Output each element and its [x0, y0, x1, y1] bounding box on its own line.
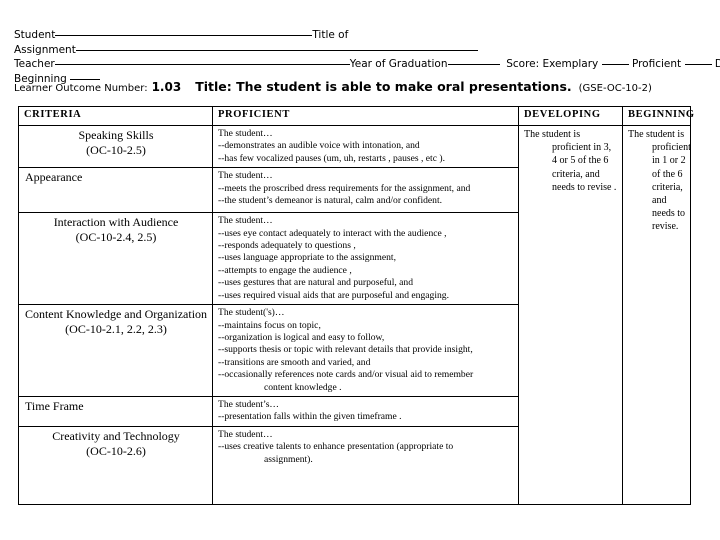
criteria-name: Appearance	[25, 170, 83, 185]
score-label: Score:	[506, 58, 540, 70]
criteria-cell: Time Frame	[18, 396, 213, 428]
teacher-line: Teacher Year of Graduation Score: Exempla…	[14, 55, 720, 70]
proficient-line-continued: assignment).	[264, 453, 313, 465]
proficient-line: --uses creative talents to enhance prese…	[218, 441, 454, 453]
criteria-name: Content Knowledge and Organization	[24, 307, 208, 322]
teacher-blank[interactable]	[54, 55, 350, 65]
outcome-standard-code: (GSE-OC-10-2)	[578, 83, 652, 94]
year-of-graduation-label: Year of Graduation	[349, 58, 448, 70]
criteria-cell: Interaction with Audience (OC-10-2.4, 2.…	[18, 212, 213, 306]
assignment-blank[interactable]	[75, 41, 478, 51]
proficient-line-continued: content knowledge .	[264, 381, 342, 393]
proficient-line: --meets the proscribed dress requirement…	[218, 182, 471, 194]
proficient-blank[interactable]	[684, 55, 712, 65]
assignment-line: Assignment	[14, 41, 706, 56]
proficient-lead: The student…	[218, 215, 273, 227]
beginning-lead: The student is	[628, 129, 685, 140]
table-header-row: CRITERIA PROFICIENT DEVELOPING BEGINNING	[18, 106, 694, 126]
exemplary-blank[interactable]	[601, 55, 629, 65]
developing-label: Developing	[714, 58, 720, 70]
table-row: Speaking Skills (OC-10-2.5) The student……	[18, 124, 691, 506]
teacher-label: Teacher	[14, 58, 55, 70]
proficient-lead: The student…	[218, 429, 273, 441]
proficient-line: --organization is logical and easy to fo…	[218, 332, 385, 344]
student-label: Student	[14, 29, 56, 41]
proficient-label: Proficient	[631, 58, 682, 70]
proficient-line: --uses eye contact adequately to interac…	[218, 227, 447, 239]
proficient-line: --maintains focus on topic,	[218, 319, 321, 331]
criteria-code: (OC-10-2.5)	[86, 142, 146, 157]
learner-outcome-line: Learner Outcome Number: 1.03 Title: The …	[14, 78, 652, 96]
proficient-line: --demonstrates an audible voice with int…	[218, 140, 420, 152]
document-page: Student Title of Assignment Teacher Year o…	[0, 0, 720, 540]
student-blank[interactable]	[55, 26, 313, 36]
developing-detail: proficient in 3, 4 or 5 of the 6 criteri…	[552, 142, 617, 193]
assignment-label: Assignment	[14, 43, 76, 56]
proficient-line: --uses gestures that are natural and pur…	[218, 277, 414, 289]
rubric-table: CRITERIA PROFICIENT DEVELOPING BEGINNING…	[18, 106, 694, 506]
column-header-proficient: PROFICIENT	[212, 106, 519, 126]
criteria-name: Speaking Skills	[78, 128, 154, 142]
proficient-lead: The student…	[218, 128, 273, 139]
criteria-code: (OC-10-2.6)	[86, 443, 146, 458]
criteria-name: Interaction with Audience	[53, 215, 179, 230]
criteria-cell: Creativity and Technology (OC-10-2.6)	[18, 426, 213, 506]
criteria-code: (OC-10-2.1, 2.2, 2.3)	[65, 321, 167, 336]
proficient-line: --attempts to engage the audience ,	[218, 264, 352, 276]
proficient-cell: The student… --demonstrates an audible v…	[212, 124, 519, 169]
beginning-detail: proficient in 1 or 2 of the 6 criteria, …	[652, 142, 691, 233]
proficient-line: --supports thesis or topic with relevant…	[218, 344, 473, 356]
proficient-line: --uses required visual aids that are pur…	[218, 289, 449, 301]
criteria-name: Creativity and Technology	[52, 429, 180, 444]
student-line: Student Title of	[14, 26, 706, 41]
proficient-cell: The student’s… --presentation falls with…	[212, 396, 519, 428]
developing-cell: The student is proficient in 3, 4 or 5 o…	[518, 124, 623, 506]
proficient-line: --has few vocalized pauses (um, uh, rest…	[218, 152, 445, 164]
outcome-title: Title: The student is able to make oral …	[195, 79, 572, 94]
proficient-lead: The student…	[218, 170, 273, 182]
criteria-cell: Speaking Skills (OC-10-2.5)	[18, 124, 213, 169]
exemplary-label: Exemplary	[542, 58, 599, 70]
proficient-line: --presentation falls within the given ti…	[218, 411, 402, 423]
column-header-beginning: BEGINNING	[622, 106, 694, 126]
proficient-lead: The student’s…	[218, 399, 280, 411]
criteria-code: (OC-10-2.4, 2.5)	[75, 229, 157, 244]
column-header-developing: DEVELOPING	[518, 106, 623, 126]
developing-lead: The student is	[524, 129, 581, 140]
proficient-lead: The student('s)…	[218, 307, 285, 319]
learner-outcome-number-value: 1.03	[151, 80, 182, 94]
proficient-cell: The student… --uses eye contact adequate…	[212, 212, 519, 306]
proficient-cell: The student… --uses creative talents to …	[212, 426, 519, 506]
proficient-line: --responds adequately to questions ,	[218, 240, 356, 252]
proficient-line: --the student’s demeanor is natural, cal…	[218, 195, 443, 207]
proficient-line: --uses language appropriate to the assig…	[218, 252, 396, 264]
criteria-cell: Appearance	[18, 167, 213, 214]
column-header-criteria: CRITERIA	[18, 106, 213, 126]
proficient-line: --occasionally references note cards and…	[218, 369, 474, 381]
criteria-name: Time Frame	[25, 399, 84, 414]
graduation-year-blank[interactable]	[447, 55, 500, 65]
beginning-cell: The student is proficient in 1 or 2 of t…	[622, 124, 691, 506]
title-of-label: Title of	[312, 29, 349, 41]
criteria-cell: Content Knowledge and Organization (OC-1…	[18, 304, 213, 398]
proficient-cell: The student… --meets the proscribed dres…	[212, 167, 519, 214]
proficient-cell: The student('s)… --maintains focus on to…	[212, 304, 519, 398]
learner-outcome-number-label: Learner Outcome Number:	[14, 83, 148, 94]
student-info-header: Student Title of Assignment Teacher Year o…	[14, 26, 720, 85]
proficient-line: --transitions are smooth and varied, and	[218, 356, 371, 368]
